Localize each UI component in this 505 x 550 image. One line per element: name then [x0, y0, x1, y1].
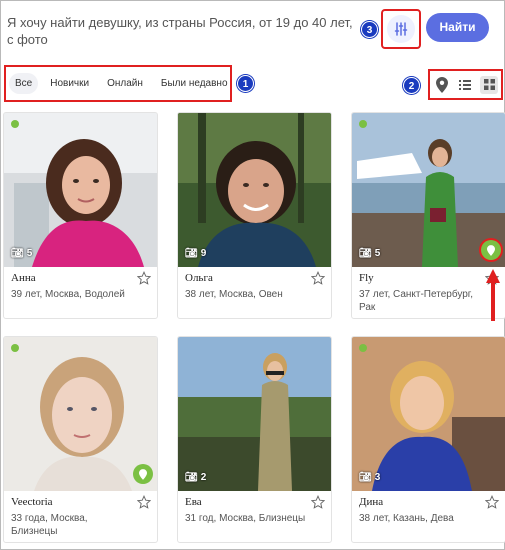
list-view-icon[interactable]	[456, 76, 474, 94]
find-button[interactable]: Найти	[426, 13, 489, 42]
location-pin-icon[interactable]	[133, 464, 153, 484]
camera-icon: 📷︎	[359, 248, 372, 259]
photo-count-value: 5	[26, 248, 33, 259]
profile-info: 37 лет, Санкт-Петербург, Рак	[359, 289, 473, 313]
profile-photo[interactable]: 📷︎ 3	[352, 337, 505, 491]
camera-icon: 📷︎	[185, 248, 198, 259]
photo-count-value: 5	[374, 248, 381, 259]
photo-count-value: 2	[200, 472, 207, 483]
profile-name[interactable]: Veectoria	[11, 496, 53, 508]
map-pin-icon[interactable]	[433, 76, 451, 94]
online-indicator	[11, 120, 19, 128]
photo-count: 📷︎ 9	[185, 248, 206, 259]
profile-photo[interactable]: 📷︎ 2	[178, 337, 331, 491]
tab-recent[interactable]: Были недавно	[155, 73, 234, 94]
photo-count-value: 3	[374, 472, 381, 483]
profile-photo[interactable]: 📷︎ 5	[4, 113, 157, 267]
profile-name[interactable]: Fly	[359, 272, 374, 284]
profile-photo[interactable]: 📷︎ 9	[178, 113, 331, 267]
camera-icon: 📷︎	[185, 472, 198, 483]
online-indicator	[359, 120, 367, 128]
profile-name[interactable]: Ева	[185, 496, 202, 508]
profile-name[interactable]: Дина	[359, 496, 383, 508]
profile-card[interactable]: 📷︎ 5 Fly 37 лет, Санкт-Петербург, Рак	[351, 112, 505, 319]
sliders-icon	[387, 15, 415, 43]
view-toggle	[428, 69, 503, 100]
photo-count: 📷︎ 3	[359, 472, 380, 483]
profile-card[interactable]: 📷︎ 9 Ольга 38 лет, Москва, Овен	[177, 112, 332, 319]
location-pin-icon[interactable]	[481, 240, 501, 260]
profile-photo[interactable]	[4, 337, 157, 491]
filter-tabs: Все Новички Онлайн Были недавно	[4, 65, 232, 102]
photo-count: 📷︎ 5	[11, 248, 32, 259]
online-indicator	[11, 344, 19, 352]
badge-3: 3	[361, 21, 378, 38]
search-query-text[interactable]: Я хочу найти девушку, из страны Россия, …	[7, 14, 357, 48]
profile-name[interactable]: Анна	[11, 272, 36, 284]
profile-card[interactable]: 📷︎ 3 Дина 38 лет, Казань, Дева	[351, 336, 505, 543]
badge-2: 2	[403, 77, 420, 94]
profile-card[interactable]: 📷︎ 2 Ева 31 год, Москва, Близнецы	[177, 336, 332, 543]
camera-icon: 📷︎	[11, 248, 24, 259]
favorite-star-icon[interactable]	[136, 494, 152, 509]
profile-photo[interactable]: 📷︎ 5	[352, 113, 505, 267]
profile-info: 38 лет, Казань, Дева	[359, 513, 454, 524]
tab-all[interactable]: Все	[9, 73, 39, 94]
tab-new[interactable]: Новички	[44, 73, 95, 94]
photo-count-value: 9	[200, 248, 207, 259]
photo-count: 📷︎ 2	[185, 472, 206, 483]
filter-button[interactable]	[381, 9, 421, 49]
profile-info: 31 год, Москва, Близнецы	[185, 513, 306, 524]
photo-count: 📷︎ 5	[359, 248, 380, 259]
profile-info: 39 лет, Москва, Водолей	[11, 289, 125, 300]
camera-icon: 📷︎	[359, 472, 372, 483]
profile-name[interactable]: Ольга	[185, 272, 213, 284]
profile-info: 38 лет, Москва, Овен	[185, 289, 283, 300]
search-bar: Я хочу найти девушку, из страны Россия, …	[1, 1, 504, 57]
grid-view-icon[interactable]	[480, 75, 499, 94]
favorite-star-icon[interactable]	[310, 270, 326, 285]
badge-1: 1	[237, 75, 254, 92]
profile-card[interactable]: Veectoria 33 года, Москва, Близнецы	[3, 336, 158, 543]
favorite-star-icon[interactable]	[136, 270, 152, 285]
red-arrow-annotation	[486, 269, 500, 321]
online-indicator	[359, 344, 367, 352]
profile-info: 33 года, Москва, Близнецы	[11, 513, 88, 537]
profile-card[interactable]: 📷︎ 5 Анна 39 лет, Москва, Водолей	[3, 112, 158, 319]
favorite-star-icon[interactable]	[310, 494, 326, 509]
favorite-star-icon[interactable]	[484, 494, 500, 509]
tab-online[interactable]: Онлайн	[101, 73, 149, 94]
